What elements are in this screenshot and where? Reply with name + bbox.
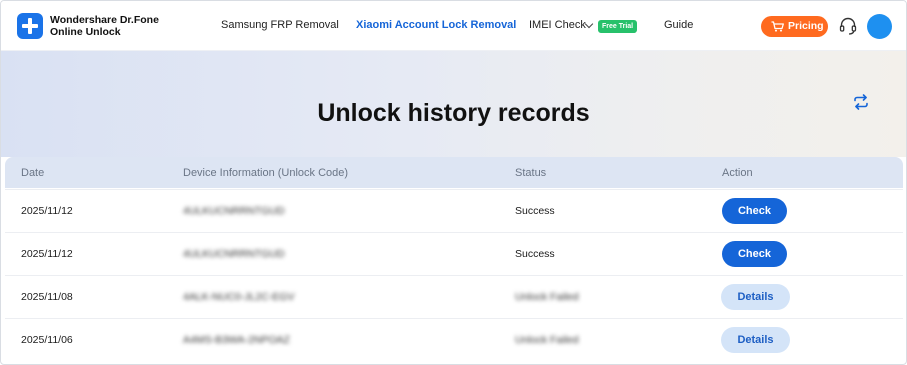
cell-device-info: A4MS-B3WA-2NPOAZ xyxy=(183,334,290,346)
cell-status: Unlock Failed xyxy=(515,334,579,346)
cell-device-info: 4ULKUCNRRNTGUD xyxy=(183,205,285,217)
pricing-button[interactable]: Pricing xyxy=(761,16,828,37)
check-button[interactable]: Check xyxy=(722,198,787,224)
cell-date: 2025/11/06 xyxy=(21,334,73,346)
details-button[interactable]: Details xyxy=(721,327,790,353)
table-row: 2025/11/08 4ALK-NUC0-JL2C-EGV Unlock Fai… xyxy=(5,275,903,317)
column-header-date: Date xyxy=(21,167,45,179)
refresh-icon[interactable] xyxy=(852,93,870,111)
cell-status: Success xyxy=(515,205,555,217)
page-banner: Unlock history records xyxy=(1,51,906,157)
cart-icon xyxy=(771,21,784,32)
nav-imei-check[interactable]: IMEI Check xyxy=(529,19,586,31)
nav-guide[interactable]: Guide xyxy=(664,19,693,31)
app-window: Wondershare Dr.Fone Online Unlock Samsun… xyxy=(0,0,907,365)
headset-icon[interactable] xyxy=(838,16,858,36)
chevron-down-icon[interactable] xyxy=(584,19,594,29)
cell-status: Success xyxy=(515,248,555,260)
table-header-row: Date Device Information (Unlock Code) St… xyxy=(5,157,903,188)
unlock-history-table: Date Device Information (Unlock Code) St… xyxy=(5,157,903,361)
column-header-status: Status xyxy=(515,167,547,179)
page-title: Unlock history records xyxy=(317,99,590,127)
brand-line-2: Online Unlock xyxy=(50,26,121,38)
nav-xiaomi-account-lock-removal[interactable]: Xiaomi Account Lock Removal xyxy=(356,19,516,31)
pricing-label: Pricing xyxy=(788,20,824,32)
cell-date: 2025/11/08 xyxy=(21,291,73,303)
top-navigation-bar: Wondershare Dr.Fone Online Unlock Samsun… xyxy=(1,1,906,51)
table-row: 2025/11/12 4ULKUCNRRNTGUD Success Check xyxy=(5,189,903,231)
column-header-action: Action xyxy=(722,167,753,179)
brand-name[interactable]: Wondershare Dr.Fone Online Unlock xyxy=(50,14,159,38)
drfone-logo-icon[interactable] xyxy=(17,13,43,39)
cell-device-info: 4ULKUCNRRNTGUD xyxy=(183,248,285,260)
nav-samsung-frp-removal[interactable]: Samsung FRP Removal xyxy=(221,19,339,31)
check-button[interactable]: Check xyxy=(722,241,787,267)
table-row: 2025/11/12 4ULKUCNRRNTGUD Success Check xyxy=(5,232,903,274)
free-trial-badge: Free Trial xyxy=(598,20,638,33)
cell-status: Unlock Failed xyxy=(515,291,579,303)
column-header-device-information: Device Information (Unlock Code) xyxy=(183,167,349,179)
brand-line-1: Wondershare Dr.Fone xyxy=(50,14,159,26)
cell-date: 2025/11/12 xyxy=(21,205,73,217)
user-avatar[interactable] xyxy=(867,14,892,39)
details-button[interactable]: Details xyxy=(721,284,790,310)
table-row: 2025/11/06 A4MS-B3WA-2NPOAZ Unlock Faile… xyxy=(5,318,903,360)
cell-device-info: 4ALK-NUC0-JL2C-EGV xyxy=(183,291,295,303)
cell-date: 2025/11/12 xyxy=(21,248,73,260)
